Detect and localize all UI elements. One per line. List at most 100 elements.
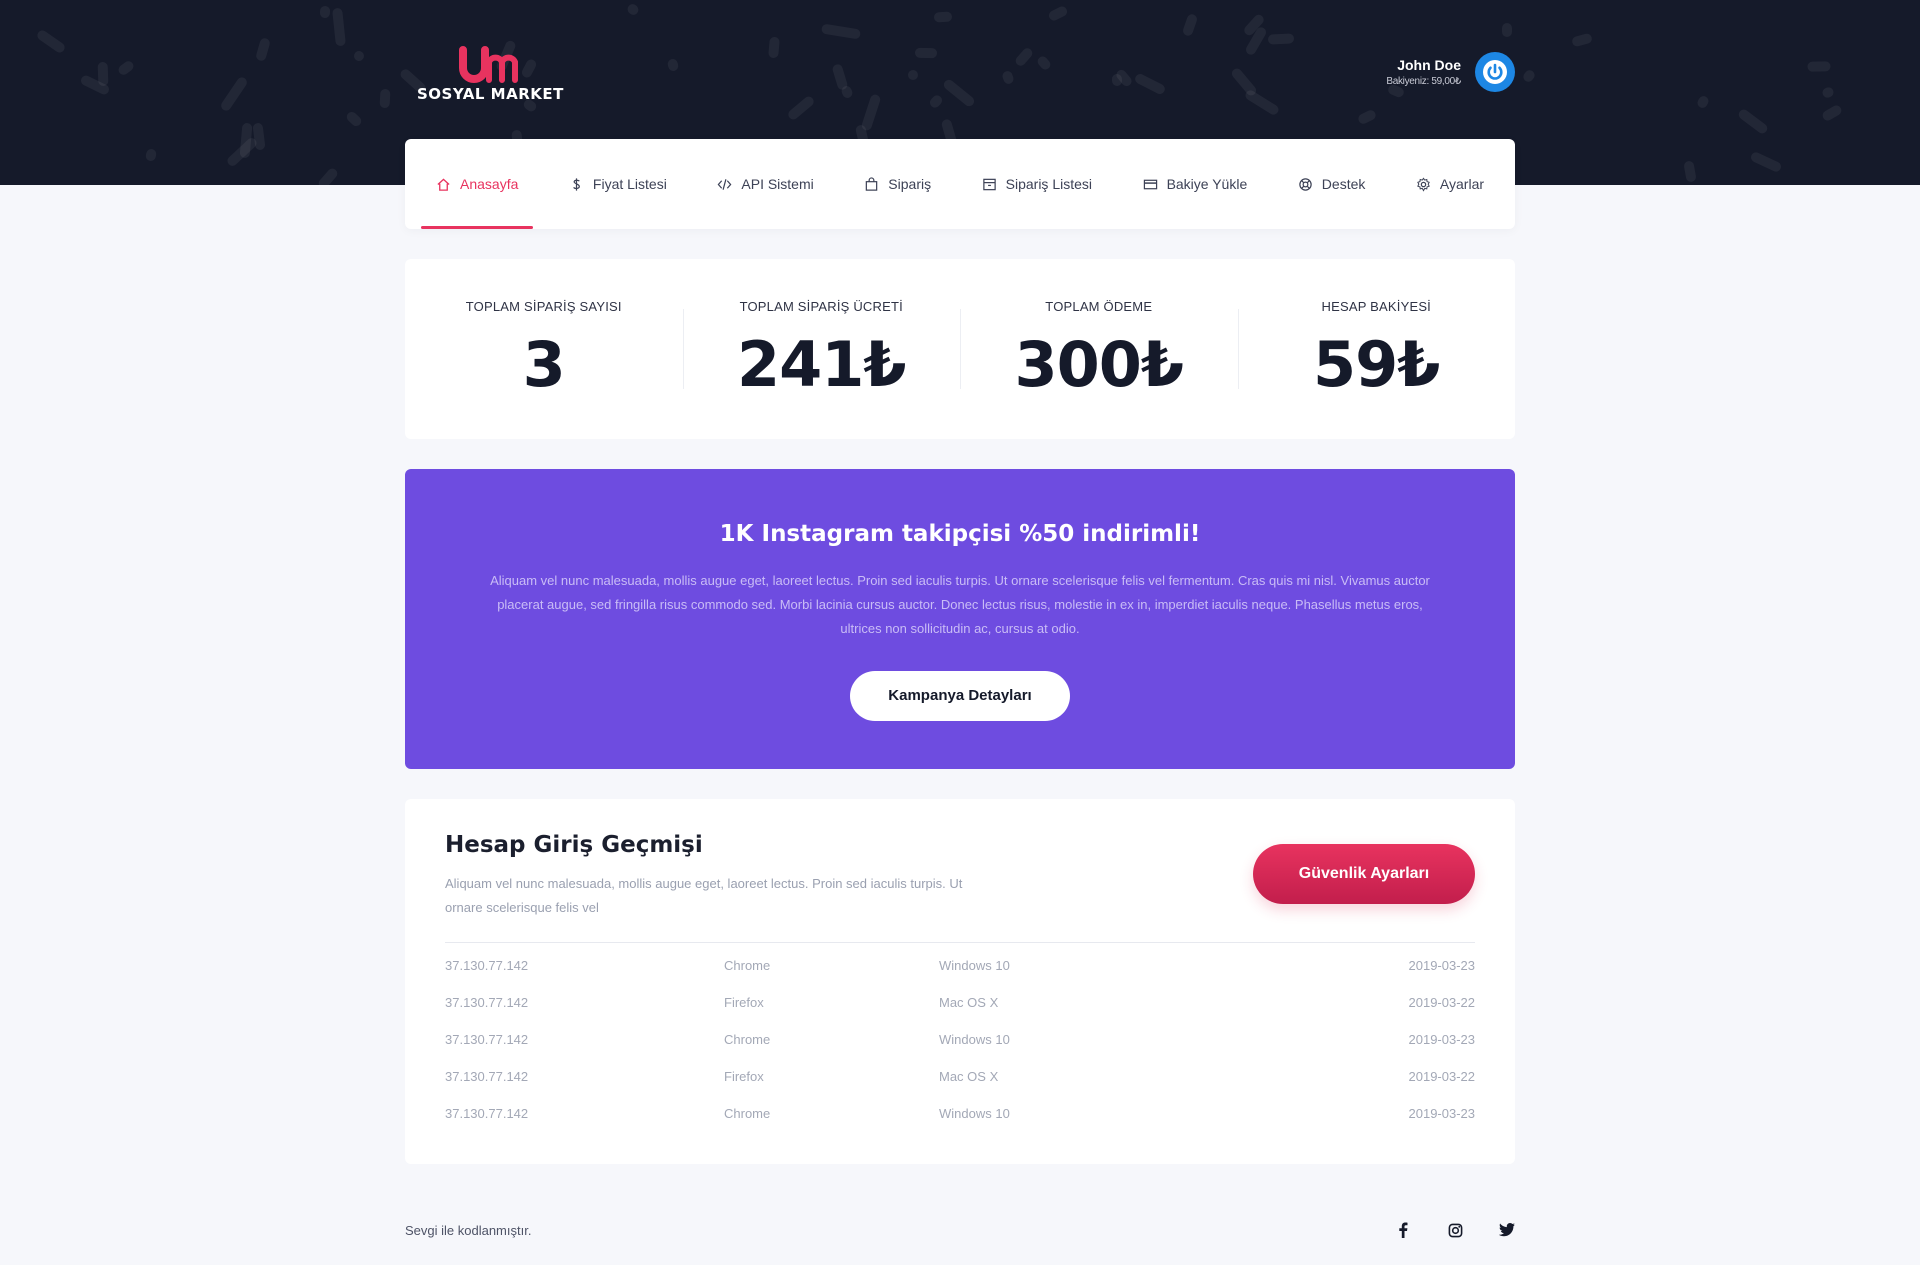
nav-item-bakiye-yukle[interactable]: Bakiye Yükle (1128, 139, 1263, 229)
confetti-piece (905, 67, 921, 83)
stat-value: 241₺ (736, 328, 907, 401)
home-icon (437, 177, 450, 191)
nav-item-destek[interactable]: Destek (1283, 139, 1381, 229)
confetti-piece (1047, 4, 1069, 23)
confetti-piece (831, 63, 849, 91)
stat-total-payment: TOPLAM ÖDEME 300₺ (960, 259, 1238, 439)
login-history-description: Aliquam vel nunc malesuada, mollis augue… (445, 876, 963, 915)
archive-icon (982, 178, 996, 190)
nav-item-siparis[interactable]: Sipariş (849, 139, 946, 229)
confetti-piece (768, 36, 780, 59)
nav-item-anasayfa[interactable]: Anasayfa (421, 139, 534, 229)
stat-label: TOPLAM SİPARİŞ ÜCRETİ (739, 299, 903, 314)
confetti-piece (1749, 150, 1783, 174)
logo-text: SOSYAL MARKET (417, 85, 564, 103)
lifebuoy-icon (1299, 177, 1312, 191)
logo-mark-icon (459, 46, 518, 83)
nav-label: API Sistemi (741, 176, 814, 192)
facebook-icon[interactable] (1395, 1222, 1411, 1238)
date-cell: 2019-03-22 (1408, 995, 1476, 1010)
confetti-piece (927, 93, 945, 110)
confetti-piece (1133, 72, 1167, 96)
confetti-piece (379, 88, 391, 109)
nav-item-fiyat-listesi[interactable]: Fiyat Listesi (554, 139, 682, 229)
confetti-piece (319, 5, 331, 19)
nav-label: Bakiye Yükle (1166, 176, 1248, 192)
os-cell: Windows 10 (939, 1106, 1010, 1121)
confetti-piece (252, 122, 266, 151)
confetti-piece (1035, 54, 1053, 72)
main-nav: Anasayfa Fiyat Listesi API Sistemi Sipar… (405, 139, 1515, 229)
confetti-piece (666, 57, 680, 73)
instagram-icon[interactable] (1447, 1222, 1463, 1238)
nav-item-siparis-listesi[interactable]: Sipariş Listesi (967, 139, 1107, 229)
os-cell: Mac OS X (939, 995, 999, 1010)
campaign-text: Aliquam vel nunc malesuada, mollis augue… (490, 573, 1430, 636)
social-links (1395, 1222, 1515, 1238)
confetti-piece (820, 23, 862, 40)
table-row: 37.130.77.142 Firefox Mac OS X 2019-03-2… (445, 984, 1475, 1021)
site-logo[interactable]: SOSYAL MARKET (417, 44, 567, 104)
confetti-piece (144, 148, 158, 162)
nav-item-api-sistemi[interactable]: API Sistemi (702, 139, 828, 229)
nav-label: Destek (1321, 176, 1366, 192)
stat-value: 59₺ (1313, 328, 1440, 401)
nav-label: Anasayfa (460, 176, 519, 192)
logout-button[interactable] (1475, 52, 1515, 92)
stat-value: 300₺ (1014, 328, 1184, 401)
ip-cell: 37.130.77.142 (445, 1032, 529, 1047)
os-cell: Windows 10 (939, 958, 1010, 973)
ip-cell: 37.130.77.142 (445, 1106, 529, 1121)
login-history-panel: Hesap Giriş Geçmişi Aliquam vel nunc mal… (405, 799, 1515, 1164)
browser-cell: Chrome (724, 1106, 771, 1121)
confetti-piece (352, 49, 366, 63)
confetti-piece (1502, 23, 1512, 37)
nav-label: Fiyat Listesi (592, 176, 667, 192)
bag-icon (866, 176, 878, 191)
confetti-piece (933, 11, 953, 23)
login-history-table: 37.130.77.142 Chrome Windows 10 2019-03-… (445, 942, 1475, 1132)
campaign-title: 1K Instagram takipçisi %50 indirimli! (719, 521, 1201, 547)
browser-cell: Chrome (724, 1032, 771, 1047)
stat-label: TOPLAM SİPARİŞ SAYISI (465, 299, 622, 314)
confetti-piece (941, 77, 977, 109)
ip-cell: 37.130.77.142 (445, 995, 529, 1010)
date-cell: 2019-03-22 (1408, 1069, 1476, 1084)
confetti-piece (914, 47, 938, 59)
confetti-piece (332, 7, 346, 47)
gear-icon (1417, 177, 1430, 192)
confetti-piece (1181, 12, 1199, 38)
browser-cell: Firefox (724, 1069, 764, 1084)
confetti-piece (1807, 61, 1831, 72)
confetti-piece (860, 93, 882, 132)
footer-text: Sevgi ile kodlanmıştır. (405, 1222, 532, 1238)
user-balance: Bakiyeniz: 59,00₺ (1386, 76, 1461, 87)
dollar-icon (573, 177, 580, 191)
confetti-piece (239, 122, 253, 159)
credit-card-icon (1143, 179, 1157, 189)
confetti-piece (344, 109, 364, 129)
stat-total-order-fee: TOPLAM SİPARİŞ ÜCRETİ 241₺ (682, 259, 961, 439)
code-icon (717, 178, 732, 190)
confetti-piece (1001, 69, 1015, 86)
security-settings-button[interactable]: Güvenlik Ayarları (1253, 844, 1475, 904)
confetti-piece (1821, 85, 1835, 100)
user-name: John Doe (1397, 57, 1461, 73)
confetti-piece (625, 2, 641, 17)
confetti-piece (1820, 103, 1844, 123)
nav-item-ayarlar[interactable]: Ayarlar (1401, 139, 1499, 229)
user-menu[interactable]: John Doe Bakiyeniz: 59,00₺ (1386, 50, 1515, 94)
confetti-piece (116, 59, 136, 77)
nav-label: Sipariş (888, 176, 932, 192)
confetti-piece (97, 61, 109, 87)
confetti-piece (255, 37, 271, 62)
twitter-icon[interactable] (1499, 1222, 1515, 1238)
user-info: John Doe Bakiyeniz: 59,00₺ (1386, 57, 1461, 87)
campaign-details-button[interactable]: Kampanya Detayları (850, 671, 1070, 721)
confetti-piece (35, 28, 67, 55)
confetti-piece (786, 94, 816, 122)
footer: Sevgi ile kodlanmıştır. (405, 1218, 1515, 1242)
confetti-piece (1356, 108, 1378, 126)
stat-label: HESAP BAKİYESİ (1321, 299, 1431, 314)
confetti-piece (1736, 107, 1770, 136)
